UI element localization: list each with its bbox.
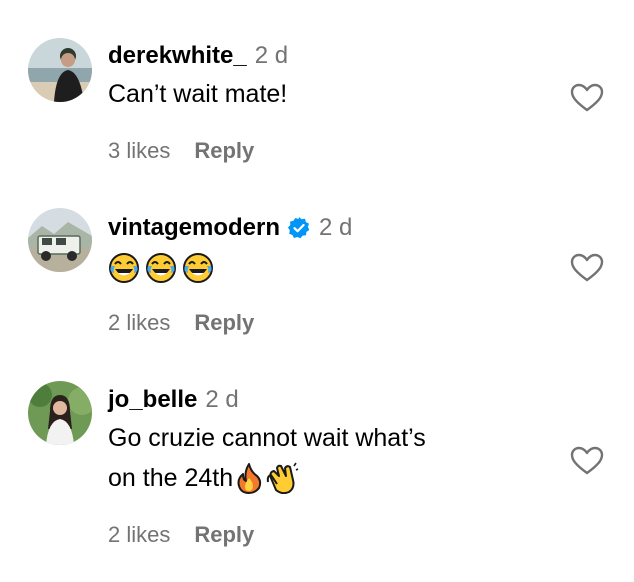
comment-text: Can’t wait mate! [108,80,288,108]
heart-outline-icon[interactable] [570,253,604,283]
heart-outline-icon[interactable] [570,83,604,113]
likes-count[interactable]: 3 likes [108,138,170,164]
comment-text-line: on the 24th [108,464,234,492]
woman-portrait-avatar-icon [28,381,92,445]
verified-badge-icon [288,217,310,239]
comment-actions: 2 likes Reply [108,310,254,336]
comment-header: jo_belle 2 d [108,386,574,414]
comment-text-line: Go cruzie cannot wait what’s [108,424,426,452]
likes-count[interactable]: 2 likes [108,522,170,548]
comment-text-line-with-emojis: on the 24th [108,458,574,498]
comment-header: vintagemodern 2 d [108,214,574,242]
vintage-truck-avatar-icon [28,208,92,272]
comment-actions: 2 likes Reply [108,522,254,548]
username[interactable]: jo_belle [108,386,197,414]
heart-outline-icon[interactable] [570,446,604,476]
face-with-tears-of-joy-icon [146,253,176,283]
avatar[interactable] [28,38,92,102]
avatar[interactable] [28,381,92,445]
clapping-hands-icon [266,462,299,494]
timestamp[interactable]: 2 d [319,214,352,242]
likes-count[interactable]: 2 likes [108,310,170,336]
comment-text: Go cruzie cannot wait what’s on the 24th [108,418,574,498]
reply-button[interactable]: Reply [194,522,254,548]
face-with-tears-of-joy-icon [183,253,213,283]
reply-button[interactable]: Reply [194,138,254,164]
username[interactable]: vintagemodern [108,214,280,242]
comment-header: derekwhite_ 2 d [108,42,574,70]
avatar[interactable] [28,208,92,272]
timestamp[interactable]: 2 d [205,386,238,414]
face-with-tears-of-joy-icon [109,253,139,283]
fire-icon [237,463,262,494]
comment-actions: 3 likes Reply [108,138,254,164]
beach-person-avatar-icon [28,38,92,102]
username[interactable]: derekwhite_ [108,42,247,70]
comment-emojis [108,252,574,284]
reply-button[interactable]: Reply [194,310,254,336]
timestamp[interactable]: 2 d [255,42,288,70]
